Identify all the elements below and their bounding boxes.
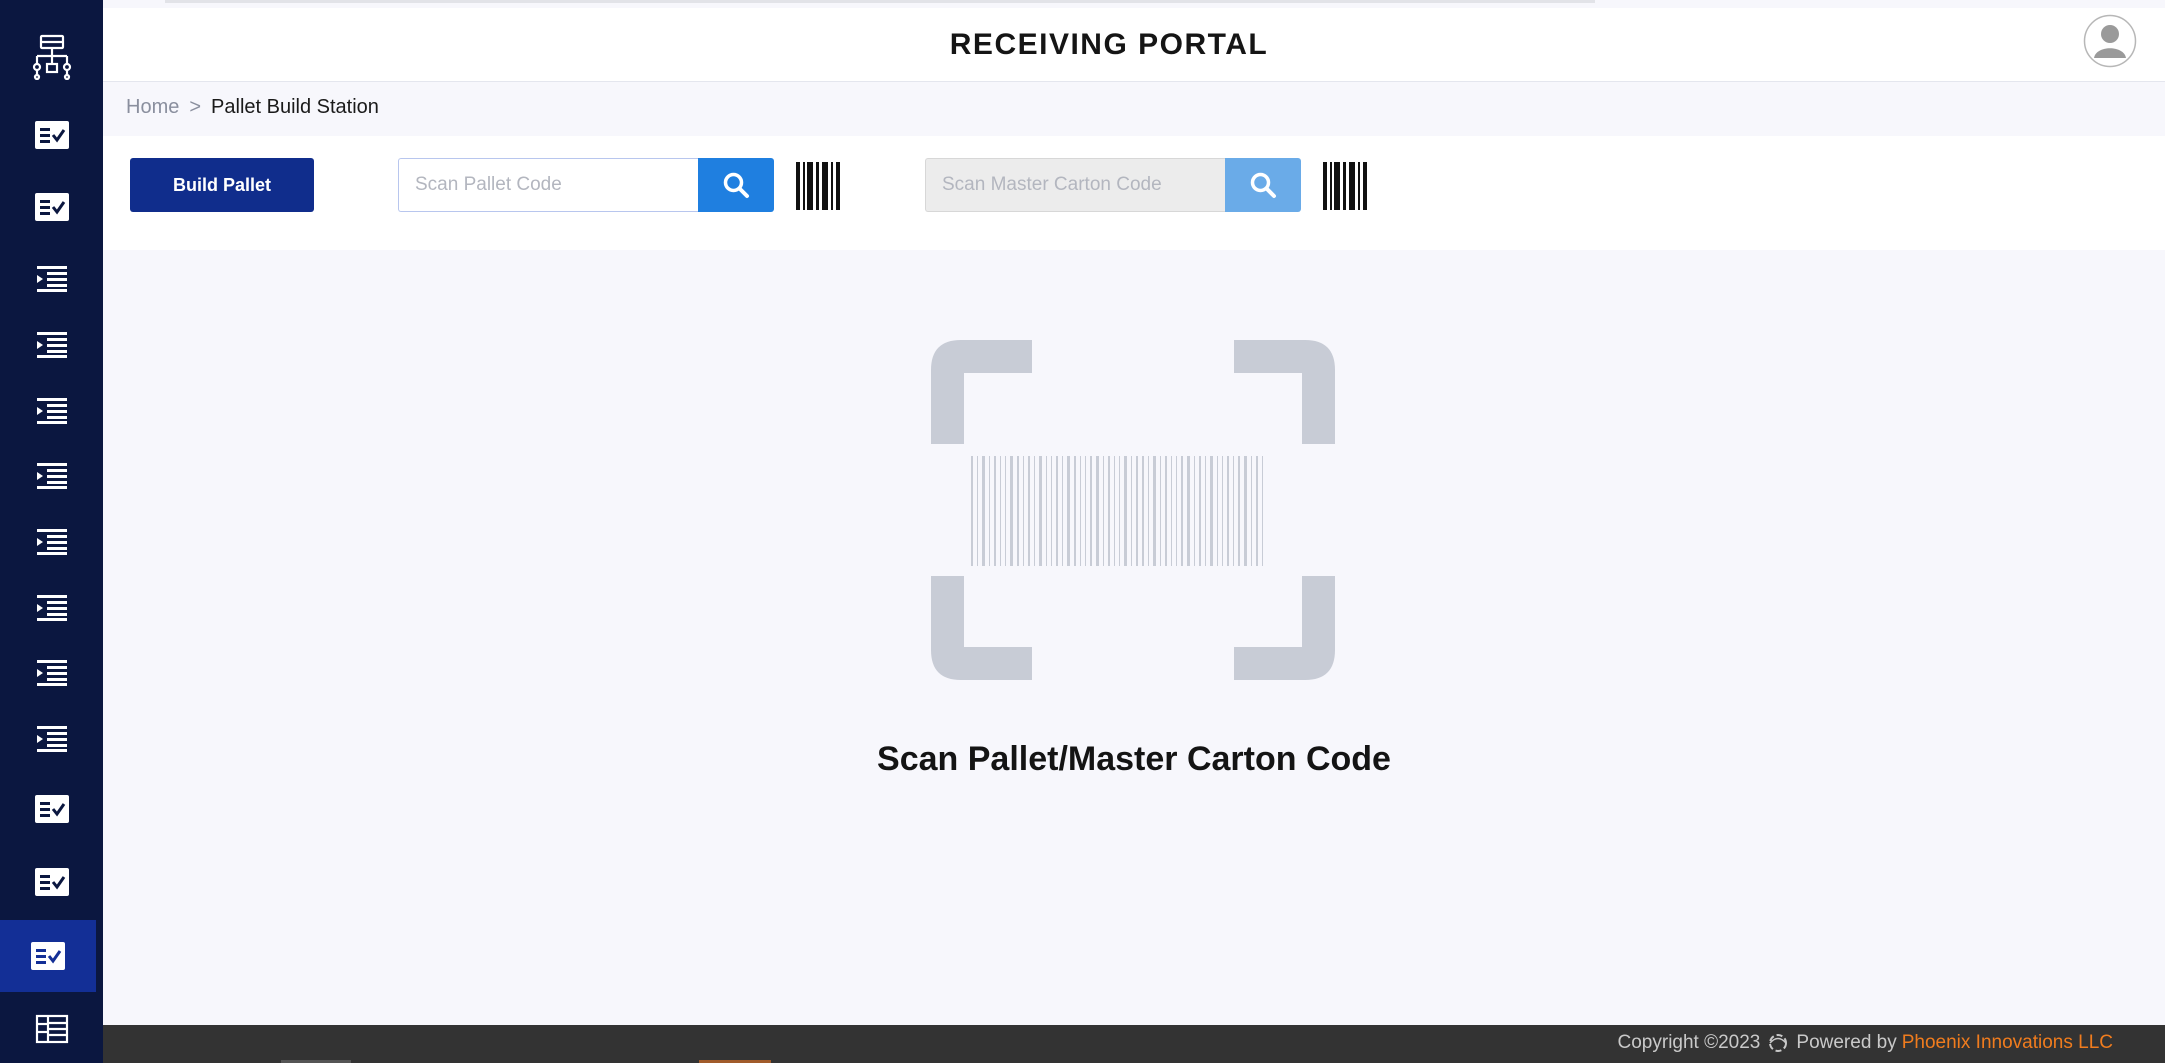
checklist-icon <box>34 868 69 896</box>
scan-prompt-text: Scan Pallet/Master Carton Code <box>877 740 1391 778</box>
breadcrumb-separator: > <box>189 96 202 118</box>
powered-by-text: Powered by <box>1796 1032 1897 1053</box>
checklist-icon <box>31 942 65 970</box>
indent-list-icon <box>36 463 67 489</box>
sidebar-item-checklist-4[interactable] <box>0 849 103 915</box>
sidebar-item-workflow[interactable] <box>0 24 103 90</box>
top-edge-line <box>165 0 1595 3</box>
sidebar-item-checklist-3[interactable] <box>0 776 103 842</box>
indent-list-icon <box>36 266 67 292</box>
footer: Copyright ©2023 Powered by Phoenix Innov… <box>103 1025 2165 1063</box>
company-link[interactable]: Phoenix Innovations LLC <box>1902 1032 2113 1054</box>
building-icon <box>35 1014 68 1044</box>
sidebar-item-list-1[interactable] <box>0 246 103 312</box>
checklist-icon <box>34 795 69 823</box>
breadcrumb-current: Pallet Build Station <box>211 96 379 118</box>
sidebar-item-list-7[interactable] <box>0 640 103 706</box>
toolbar: Build Pallet <box>103 136 2165 250</box>
indent-list-icon <box>36 332 67 358</box>
search-icon <box>723 172 749 198</box>
build-pallet-button[interactable]: Build Pallet <box>130 158 314 212</box>
sidebar-item-list-4[interactable] <box>0 443 103 509</box>
indent-list-icon <box>36 529 67 555</box>
barcode-icon[interactable] <box>1323 162 1369 210</box>
indent-list-icon <box>36 660 67 686</box>
master-carton-code-input[interactable] <box>925 158 1225 212</box>
breadcrumb: Home > Pallet Build Station <box>126 96 379 119</box>
pallet-code-input[interactable] <box>398 158 698 212</box>
phoenix-logo-icon <box>1769 1034 1788 1052</box>
sidebar-item-checklist-2[interactable] <box>0 174 103 240</box>
sidebar <box>0 0 103 1063</box>
checklist-icon <box>34 121 69 149</box>
carton-search-button[interactable] <box>1225 158 1301 212</box>
sidebar-item-pallet-build-active[interactable] <box>0 920 96 992</box>
barcode-scan-illustration <box>931 340 1335 680</box>
sidebar-item-building[interactable] <box>0 996 103 1062</box>
pallet-search-button[interactable] <box>698 158 774 212</box>
copyright-text: Copyright ©2023 <box>1617 1032 1761 1053</box>
sidebar-item-list-2[interactable] <box>0 312 103 378</box>
user-avatar-icon[interactable] <box>2083 14 2137 68</box>
page-title: RECEIVING PORTAL <box>949 28 1269 61</box>
workflow-icon <box>32 34 71 80</box>
checklist-icon <box>34 193 69 221</box>
sidebar-item-list-5[interactable] <box>0 509 103 575</box>
barcode-icon[interactable] <box>796 162 842 210</box>
sidebar-item-checklist-1[interactable] <box>0 102 103 168</box>
footer-text: Copyright ©2023 Powered by Phoenix Innov… <box>1618 1032 2113 1054</box>
indent-list-icon <box>36 398 67 424</box>
indent-list-icon <box>36 595 67 621</box>
breadcrumb-home-link[interactable]: Home <box>126 96 179 118</box>
sidebar-item-list-6[interactable] <box>0 575 103 641</box>
search-icon <box>1250 172 1276 198</box>
sidebar-item-list-3[interactable] <box>0 378 103 444</box>
header: RECEIVING PORTAL <box>103 8 2165 82</box>
